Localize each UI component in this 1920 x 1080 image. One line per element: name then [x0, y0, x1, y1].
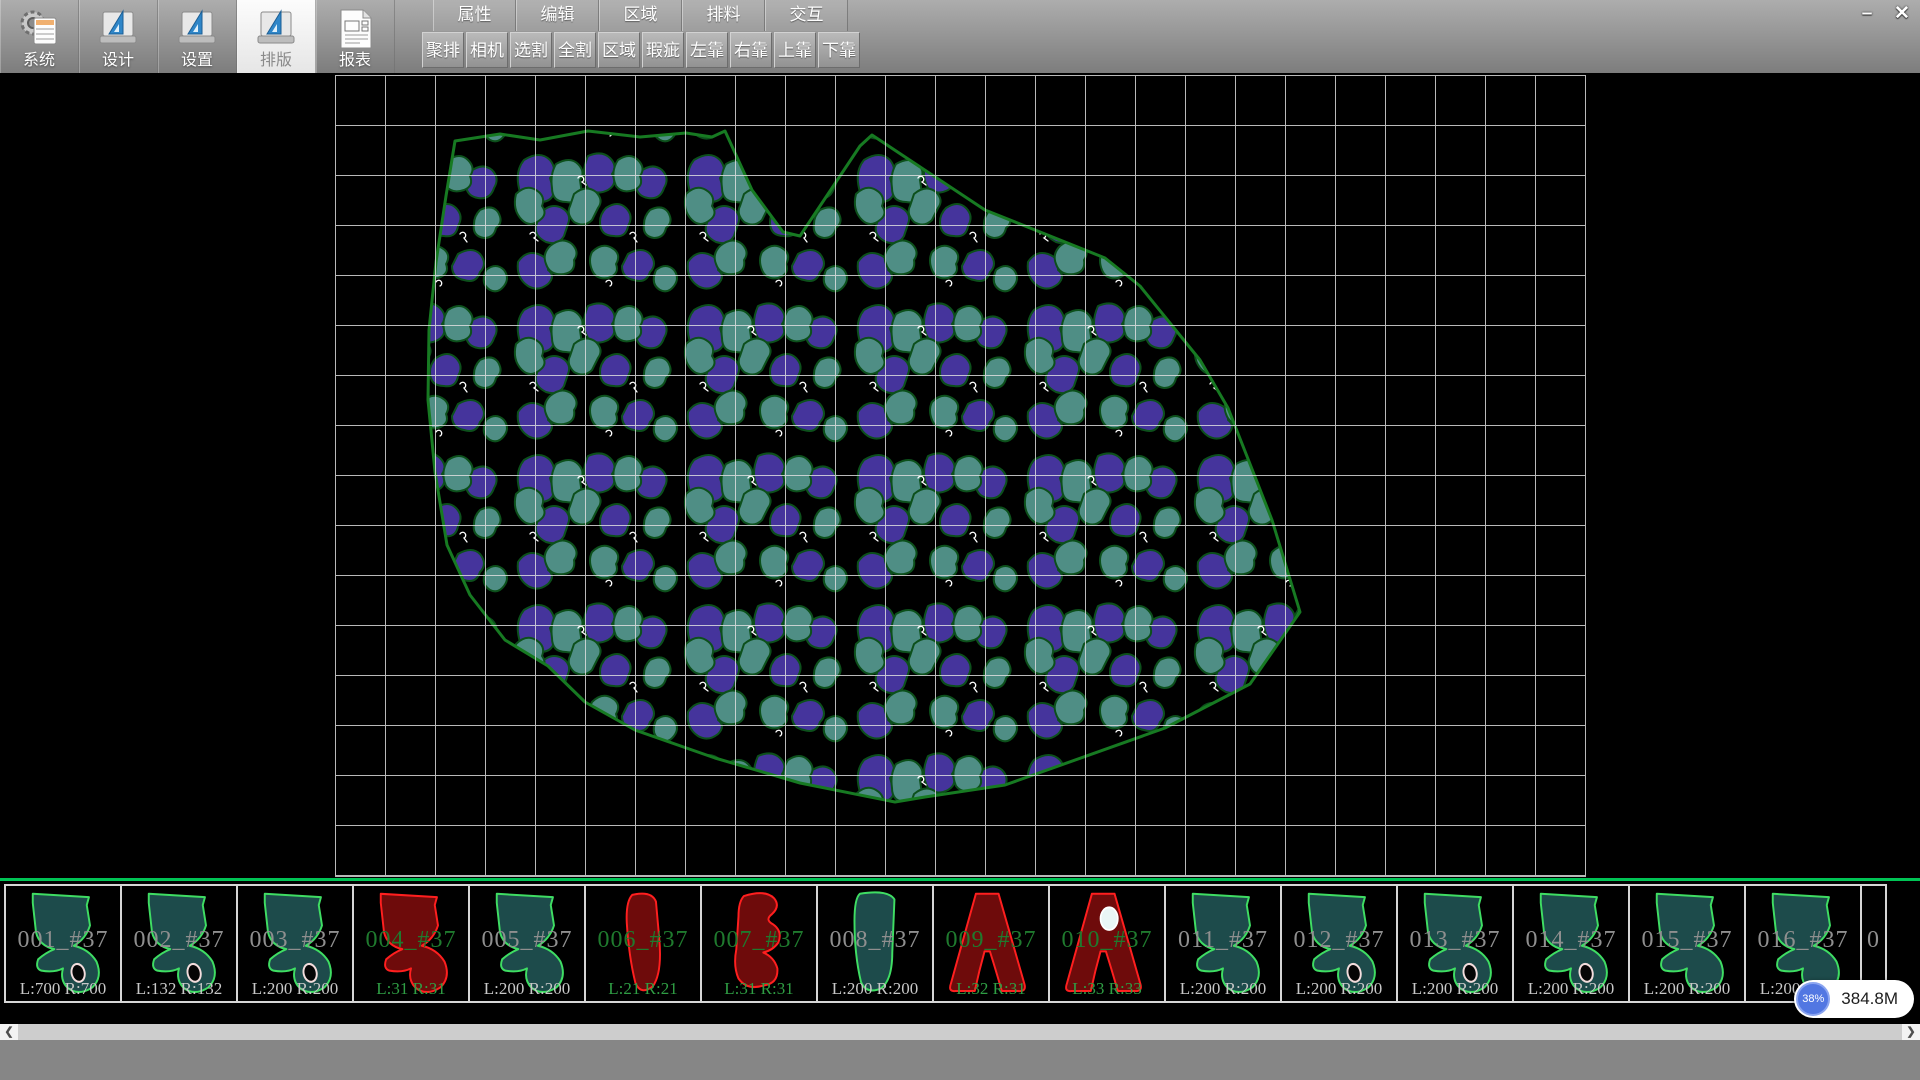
canvas-viewport[interactable]	[0, 73, 1920, 878]
tool-button-3[interactable]: 全割	[554, 32, 596, 68]
app-button-system-gear[interactable]: 系统	[0, 0, 79, 73]
piece-shape	[1517, 887, 1625, 1000]
app-button-layout-ruler[interactable]: 排版	[237, 0, 316, 73]
progress-percent: 38%	[1802, 993, 1824, 1005]
piece-thumbnail[interactable]: 012_#37L:200 R:200	[1280, 884, 1398, 1003]
h-scrollbar[interactable]: ❮ ❯	[0, 1024, 1920, 1040]
piece-shape	[1401, 887, 1509, 1000]
app-button-label: 系统	[23, 51, 55, 71]
design-ruler-icon	[96, 8, 140, 50]
tool-button-0[interactable]: 聚排	[422, 32, 464, 68]
piece-thumbnail[interactable]: 013_#37L:200 R:200	[1396, 884, 1514, 1003]
app-button-label: 设置	[181, 51, 213, 71]
piece-thumbnail[interactable]: 008_#37L:200 R:200	[816, 884, 934, 1003]
parts-list: 001_#37L:700 R:700002_#37L:132 R:132003_…	[4, 884, 1920, 1003]
app-launcher: 系统 设计 设置 排版 报表	[0, 0, 395, 73]
app-button-design-ruler[interactable]: 设计	[79, 0, 158, 73]
system-gear-icon	[17, 8, 61, 50]
piece-shape	[473, 887, 581, 1000]
window-controls: – ✕	[1852, 2, 1917, 26]
tool-button-1[interactable]: 相机	[466, 32, 508, 68]
piece-thumbnail[interactable]: 009_#37L:32 R:31	[932, 884, 1050, 1003]
piece-thumbnail[interactable]: 005_#37L:200 R:200	[468, 884, 586, 1003]
app-button-report-doc[interactable]: 报表	[316, 0, 395, 73]
piece-shape	[705, 887, 813, 1000]
scroll-left-button[interactable]: ❮	[0, 1024, 18, 1040]
piece-thumbnail[interactable]: 014_#37L:200 R:200	[1512, 884, 1630, 1003]
piece-thumbnail[interactable]: 004_#37L:31 R:31	[352, 884, 470, 1003]
settings-ruler-icon	[175, 8, 219, 50]
tool-bar: 聚排相机选割全割区域瑕疵左靠右靠上靠下靠	[422, 32, 860, 70]
menu-tab-4[interactable]: 交互	[765, 0, 848, 31]
minimize-button[interactable]: –	[1852, 2, 1882, 26]
piece-shape	[357, 887, 465, 1000]
nesting-layout[interactable]	[0, 73, 1920, 878]
piece-shape	[1633, 887, 1741, 1000]
scroll-right-button[interactable]: ❯	[1902, 1024, 1920, 1040]
piece-thumbnail[interactable]: 015_#37L:200 R:200	[1628, 884, 1746, 1003]
piece-thumbnail[interactable]: 001_#37L:700 R:700	[4, 884, 122, 1003]
bottom-bar	[0, 1040, 1920, 1080]
menu-tab-1[interactable]: 编辑	[516, 0, 599, 31]
app-button-label: 设计	[102, 51, 134, 71]
piece-shape	[821, 887, 929, 1000]
tool-button-5[interactable]: 瑕疵	[642, 32, 684, 68]
piece-thumbnail[interactable]: 002_#37L:132 R:132	[120, 884, 238, 1003]
piece-shape	[241, 887, 349, 1000]
piece-shape	[1285, 887, 1393, 1000]
report-doc-icon	[333, 8, 377, 50]
tool-button-9[interactable]: 下靠	[818, 32, 860, 68]
close-button[interactable]: ✕	[1887, 2, 1917, 26]
tool-button-2[interactable]: 选割	[510, 32, 552, 68]
status-badge: 38% 384.8M	[1794, 980, 1914, 1018]
piece-thumbnail[interactable]: 006_#37L:21 R:21	[584, 884, 702, 1003]
piece-shape	[1053, 887, 1161, 1000]
menu-tabs: 属性编辑区域排料交互	[433, 0, 860, 31]
piece-shape	[9, 887, 117, 1000]
piece-thumbnail[interactable]: 003_#37L:200 R:200	[236, 884, 354, 1003]
parts-strip: 001_#37L:700 R:700002_#37L:132 R:132003_…	[0, 878, 1920, 1008]
menu-tab-3[interactable]: 排料	[682, 0, 765, 31]
app-button-label: 报表	[339, 51, 371, 71]
menu-area: 属性编辑区域排料交互 聚排相机选割全割区域瑕疵左靠右靠上靠下靠	[400, 0, 860, 73]
memory-label: 384.8M	[1841, 989, 1898, 1009]
piece-shape	[937, 887, 1045, 1000]
piece-thumbnail[interactable]: 010_#37L:33 R:33	[1048, 884, 1166, 1003]
menu-tab-2[interactable]: 区域	[599, 0, 682, 31]
tool-button-7[interactable]: 右靠	[730, 32, 772, 68]
tool-button-4[interactable]: 区域	[598, 32, 640, 68]
layout-ruler-icon	[254, 8, 298, 50]
app-button-label: 排版	[260, 51, 292, 71]
app-button-settings-ruler[interactable]: 设置	[158, 0, 237, 73]
menu-tab-0[interactable]: 属性	[433, 0, 516, 31]
piece-thumbnail[interactable]: 011_#37L:200 R:200	[1164, 884, 1282, 1003]
toolbar: 系统设计设置排版报表 属性编辑区域排料交互 聚排相机选割全割区域瑕疵左靠右靠上靠…	[0, 0, 1920, 73]
piece-thumbnail[interactable]: 007_#37L:31 R:31	[700, 884, 818, 1003]
piece-shape	[1169, 887, 1277, 1000]
progress-circle: 38%	[1796, 982, 1830, 1016]
tool-button-8[interactable]: 上靠	[774, 32, 816, 68]
hide-shape[interactable]	[428, 131, 1300, 802]
piece-shape	[125, 887, 233, 1000]
piece-shape	[589, 887, 697, 1000]
tool-button-6[interactable]: 左靠	[686, 32, 728, 68]
